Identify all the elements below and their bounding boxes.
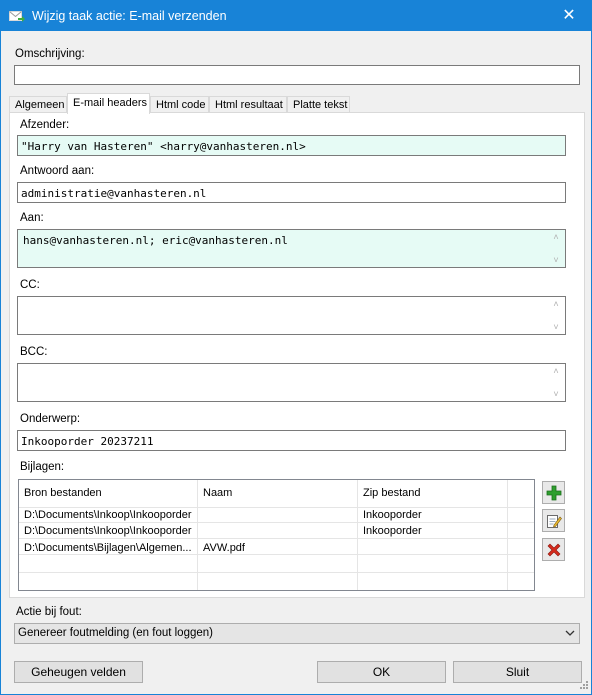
cell-source: D:\Documents\Inkoop\Inkooporder xyxy=(24,509,192,521)
to-textarea[interactable]: hans@vanhasteren.nl; eric@vanhasteren.nl… xyxy=(17,229,566,268)
reply-to-input[interactable]: administratie@vanhasteren.nl xyxy=(17,182,566,203)
delete-icon xyxy=(547,543,561,557)
tab-email-headers[interactable]: E-mail headers xyxy=(67,93,150,114)
attachments-grid[interactable]: Bron bestanden Naam Zip bestand D:\Docum… xyxy=(18,479,535,591)
to-value: hans@vanhasteren.nl; eric@vanhasteren.nl xyxy=(23,234,288,247)
close-icon[interactable]: ✕ xyxy=(547,1,591,31)
from-label: Afzender: xyxy=(20,119,70,131)
error-action-value: Genereer foutmelding (en fout loggen) xyxy=(18,627,213,639)
attachments-label: Bijlagen: xyxy=(20,461,65,473)
memory-fields-button[interactable]: Geheugen velden xyxy=(14,661,143,683)
subject-value: Inkooporder 20237211 xyxy=(21,435,154,448)
grid-row-divider xyxy=(19,522,534,523)
scroll-down-icon[interactable]: ˅ xyxy=(551,389,561,399)
add-attachment-button[interactable] xyxy=(542,481,565,504)
from-input[interactable]: "Harry van Hasteren" <harry@vanhasteren.… xyxy=(17,135,566,156)
scroll-down-icon[interactable]: ˅ xyxy=(551,322,561,332)
cell-zip: Inkooporder xyxy=(363,525,422,537)
ok-button[interactable]: OK xyxy=(317,661,446,683)
window-title: Wijzig taak actie: E-mail verzenden xyxy=(32,9,227,23)
cc-textarea[interactable]: ˄ ˅ xyxy=(17,296,566,335)
grid-header-divider xyxy=(19,507,534,508)
grid-row-divider xyxy=(19,572,534,573)
bcc-label: BCC: xyxy=(20,346,48,358)
close-button[interactable]: Sluit xyxy=(453,661,582,683)
from-value: "Harry van Hasteren" <harry@vanhasteren.… xyxy=(21,140,306,153)
cell-name: AVW.pdf xyxy=(203,542,245,554)
bcc-scrollbar[interactable]: ˄ ˅ xyxy=(548,364,565,401)
delete-attachment-button[interactable] xyxy=(542,538,565,561)
description-input[interactable] xyxy=(14,65,580,85)
subject-label: Onderwerp: xyxy=(20,413,81,425)
grid-column-divider xyxy=(507,480,508,590)
cc-scrollbar[interactable]: ˄ ˅ xyxy=(548,297,565,334)
column-header-source[interactable]: Bron bestanden xyxy=(24,487,102,499)
grid-column-divider xyxy=(357,480,358,590)
column-header-name[interactable]: Naam xyxy=(203,487,232,499)
edit-attachment-button[interactable] xyxy=(542,509,565,532)
reply-to-value: administratie@vanhasteren.nl xyxy=(21,187,207,200)
dialog-window: Wijzig taak actie: E-mail verzenden ✕ Om… xyxy=(0,0,592,695)
error-action-label: Actie bij fout: xyxy=(16,606,82,618)
cell-source: D:\Documents\Bijlagen\Algemen... xyxy=(24,542,192,554)
chevron-down-icon xyxy=(565,630,575,636)
description-label: Omschrijving: xyxy=(15,48,85,60)
subject-input[interactable]: Inkooporder 20237211 xyxy=(17,430,566,451)
add-icon xyxy=(546,485,562,501)
to-label: Aan: xyxy=(20,212,44,224)
scroll-up-icon[interactable]: ˄ xyxy=(551,366,561,376)
edit-icon xyxy=(547,515,562,528)
cell-zip: Inkooporder xyxy=(363,509,422,521)
bcc-textarea[interactable]: ˄ ˅ xyxy=(17,363,566,402)
cc-label: CC: xyxy=(20,279,40,291)
grid-row-divider xyxy=(19,538,534,539)
scroll-up-icon[interactable]: ˄ xyxy=(551,232,561,242)
error-action-select[interactable]: Genereer foutmelding (en fout loggen) xyxy=(14,623,580,644)
mail-arrow-icon xyxy=(9,11,25,22)
grid-column-divider xyxy=(197,480,198,590)
column-header-zip[interactable]: Zip bestand xyxy=(363,487,420,499)
to-scrollbar[interactable]: ˄ ˅ xyxy=(548,230,565,267)
scroll-up-icon[interactable]: ˄ xyxy=(551,299,561,309)
cell-source: D:\Documents\Inkoop\Inkooporder xyxy=(24,525,192,537)
scroll-down-icon[interactable]: ˅ xyxy=(551,255,561,265)
resize-grip-icon[interactable] xyxy=(577,680,589,692)
title-bar[interactable]: Wijzig taak actie: E-mail verzenden ✕ xyxy=(1,1,591,31)
grid-row-divider xyxy=(19,554,534,555)
reply-to-label: Antwoord aan: xyxy=(20,165,95,177)
